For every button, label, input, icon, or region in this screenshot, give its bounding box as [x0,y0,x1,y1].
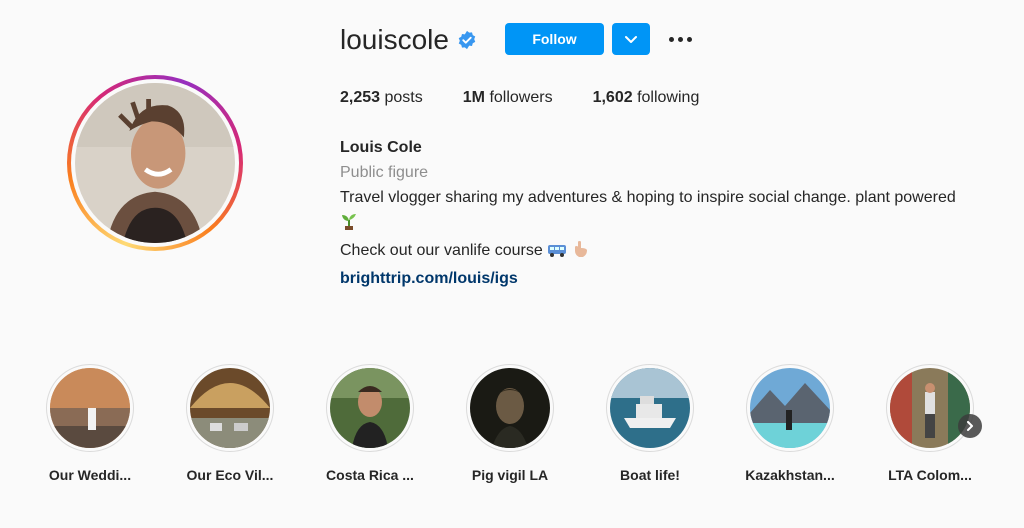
verified-badge-icon [457,30,477,50]
profile-header: louiscole [340,22,477,58]
more-options-button[interactable] [664,26,696,52]
posts-stat: 2,253 posts [340,89,423,107]
highlight-item[interactable]: Our Eco Vil... [180,364,280,483]
highlight-thumbnail [750,368,830,448]
followers-stat[interactable]: 1M followers [463,89,553,107]
posts-count: 2,253 [340,89,381,106]
avatar [75,83,235,243]
follow-button[interactable]: Follow [505,23,604,55]
highlight-item[interactable]: Our Weddi... [40,364,140,483]
highlight-label: Costa Rica ... [326,467,414,483]
highlight-item[interactable]: Boat life! [600,364,700,483]
highlight-item[interactable]: Pig vigil LA [460,364,560,483]
pointing-down-hand-icon [572,240,590,266]
highlight-thumbnail [470,368,550,448]
highlight-thumbnail [890,368,970,448]
highlight-label: Boat life! [620,467,680,483]
highlight-thumbnail [50,368,130,448]
story-highlights: Our Weddi... Our Eco Vil... Costa Rica .… [0,364,1024,494]
bio-text-line1: Travel vlogger sharing my adventures & h… [340,185,960,238]
full-name: Louis Cole [340,139,422,156]
followers-label: followers [489,89,553,106]
highlight-label: Our Weddi... [48,467,132,483]
following-count: 1,602 [592,89,633,106]
highlight-thumbnail [190,368,270,448]
bio-line2: Check out our vanlife course [340,242,543,259]
highlight-thumbnail [610,368,690,448]
bio-text-line2: Check out our vanlife course [340,238,960,266]
profile-stats: 2,253 posts 1M followers 1,602 following [340,89,739,107]
category-label: Public figure [340,164,429,181]
username: louiscole [340,24,449,55]
chevron-down-icon [625,36,637,43]
profile-bio: Louis Cole Public figure Travel vlogger … [340,135,960,291]
highlight-label: Kazakhstan... [745,467,835,483]
following-label: following [637,89,700,106]
following-stat[interactable]: 1,602 following [593,89,700,107]
more-dots-icon [668,36,674,42]
chevron-right-icon [967,421,973,431]
highlight-label: Our Eco Vil... [186,467,274,483]
seedling-icon [340,212,358,238]
highlight-item[interactable]: Kazakhstan... [740,364,840,483]
followers-count: 1M [462,89,485,106]
van-icon [547,241,567,266]
profile-avatar-ring[interactable] [67,75,243,251]
bio-line1: Travel vlogger sharing my adventures & h… [340,189,956,206]
highlights-next-button[interactable] [958,414,982,438]
bio-link-row: brighttrip.com/louis/igs [340,266,960,291]
highlight-thumbnail [330,368,410,448]
suggested-accounts-button[interactable] [612,23,650,55]
highlight-item[interactable]: Costa Rica ... [320,364,420,483]
highlight-label: Pig vigil LA [471,467,549,483]
bio-link[interactable]: brighttrip.com/louis/igs [340,270,518,287]
highlight-label: LTA Colom... [888,467,972,483]
posts-label: posts [384,89,423,106]
